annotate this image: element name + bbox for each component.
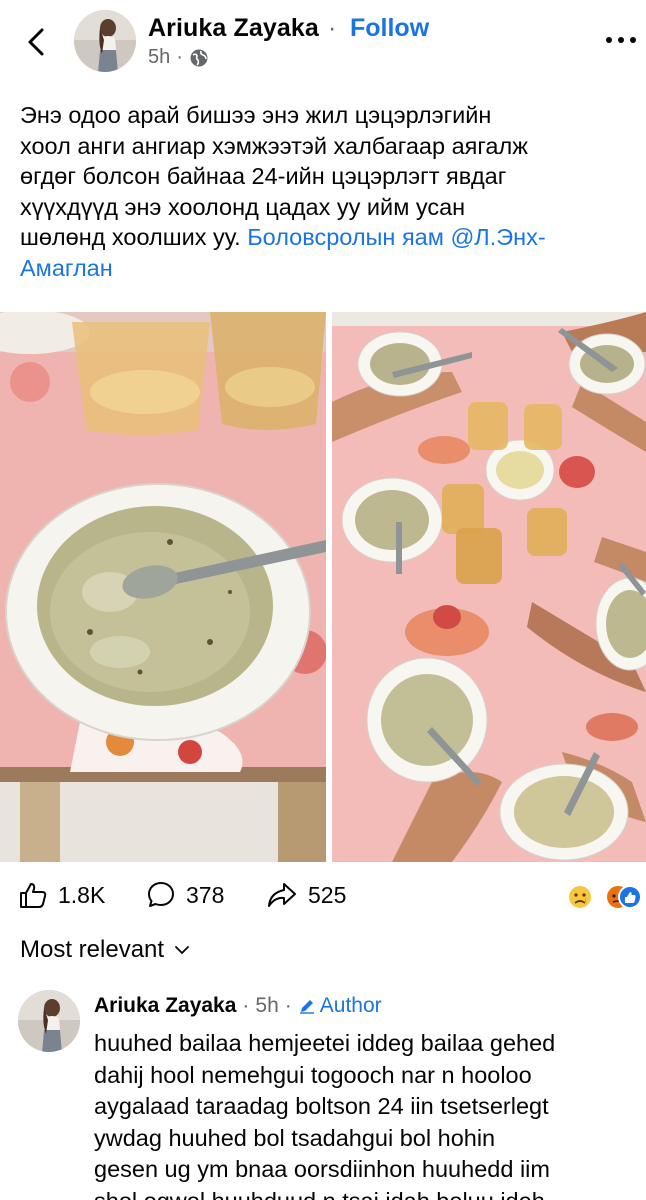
like-count: 1.8K <box>58 881 106 908</box>
post-line: шөлөнд хоолших уу. <box>20 224 241 250</box>
post-header: Ariuka Zayaka · Follow 5h · <box>0 0 646 90</box>
comment-body: huuhed bailaa hemjeetei iddeg bailaa geh… <box>94 1028 640 1200</box>
post-meta: 5h · <box>148 46 209 69</box>
reactions-summary[interactable] <box>566 882 642 912</box>
comment-line: huuhed bailaa hemjeetei iddeg bailaa geh… <box>94 1030 556 1056</box>
comment-bubble-icon <box>148 882 174 907</box>
time-separator: · <box>176 46 183 68</box>
follow-button[interactable]: Follow <box>350 14 429 43</box>
post-line: хоол анги ангиар хэмжээтэй халбагаар аяг… <box>20 132 528 159</box>
comment-line: gesen ug ym bnaa oorsdiinhon huuhedd iim <box>94 1156 550 1182</box>
more-options-icon[interactable] <box>604 30 638 50</box>
pencil-icon <box>299 1000 314 1014</box>
globe-icon <box>190 49 208 66</box>
author-avatar[interactable] <box>74 10 136 72</box>
post-actions: 1.8K 378 525 <box>0 870 646 922</box>
tagged-person-link[interactable]: @Л.Энх- <box>450 224 545 250</box>
post-line: өгдөг болсон байнаа 24-ийн цэцэрлэгт явд… <box>20 163 507 189</box>
share-count: 525 <box>308 881 347 908</box>
post-photo-table[interactable] <box>332 312 646 862</box>
thumbs-up-icon <box>20 883 47 908</box>
like-reaction-icon <box>618 885 642 909</box>
author-name[interactable]: Ariuka Zayaka <box>148 14 319 43</box>
comment-button[interactable]: 378 <box>146 880 224 910</box>
commenter-avatar[interactable] <box>18 990 80 1052</box>
comment-separator: · <box>242 994 250 1017</box>
comment-separator-2: · <box>284 994 292 1017</box>
comment-line: shol ogwol huuhduud n tsai idah boluu id… <box>94 1186 640 1200</box>
tagged-person-link-cont[interactable]: Амаглан <box>20 253 640 284</box>
post-body: Энэ одоо арай бишээ энэ жил цэцэрлэгийн … <box>20 100 640 283</box>
share-button[interactable]: 525 <box>266 880 346 910</box>
post-line: Энэ одоо арай бишээ энэ жил цэцэрлэгийн <box>20 102 492 128</box>
back-arrow-icon[interactable] <box>22 26 50 58</box>
name-separator: · <box>328 14 337 42</box>
share-arrow-icon <box>268 883 296 907</box>
comment-header: Ariuka Zayaka · 5h · Author <box>94 994 382 1018</box>
comment-time: 5h <box>255 994 279 1017</box>
author-badge-label: Author <box>319 994 382 1017</box>
author-badge: Author <box>298 994 382 1018</box>
tagged-page-link[interactable]: Боловсролын яам <box>247 224 444 250</box>
chevron-down-icon <box>175 946 189 955</box>
comment-count: 378 <box>186 881 225 908</box>
commenter-name[interactable]: Ariuka Zayaka <box>94 994 236 1018</box>
post-time[interactable]: 5h <box>148 46 170 69</box>
comment-line: dahij hool nemehgui togooch nar n hooloo <box>94 1061 532 1088</box>
post-photo-soup-closeup[interactable] <box>0 312 326 862</box>
comment-line: aygalaad taraadag boltson 24 iin tsetser… <box>94 1093 549 1119</box>
comments-sort-dropdown[interactable]: Most relevant <box>20 936 190 964</box>
comment-line: ywdag huuhed bol tsadahgui bol hohin <box>94 1124 496 1151</box>
post-line: хүүхдүүд энэ хоолонд цадах уу ийм усан <box>20 193 466 220</box>
sad-face-icon <box>567 884 593 910</box>
post-line-with-tags: шөлөнд хоолших уу. Боловсролын яам @Л.Эн… <box>20 222 640 253</box>
sort-label: Most relevant <box>20 936 165 963</box>
like-button[interactable]: 1.8K <box>18 880 105 910</box>
